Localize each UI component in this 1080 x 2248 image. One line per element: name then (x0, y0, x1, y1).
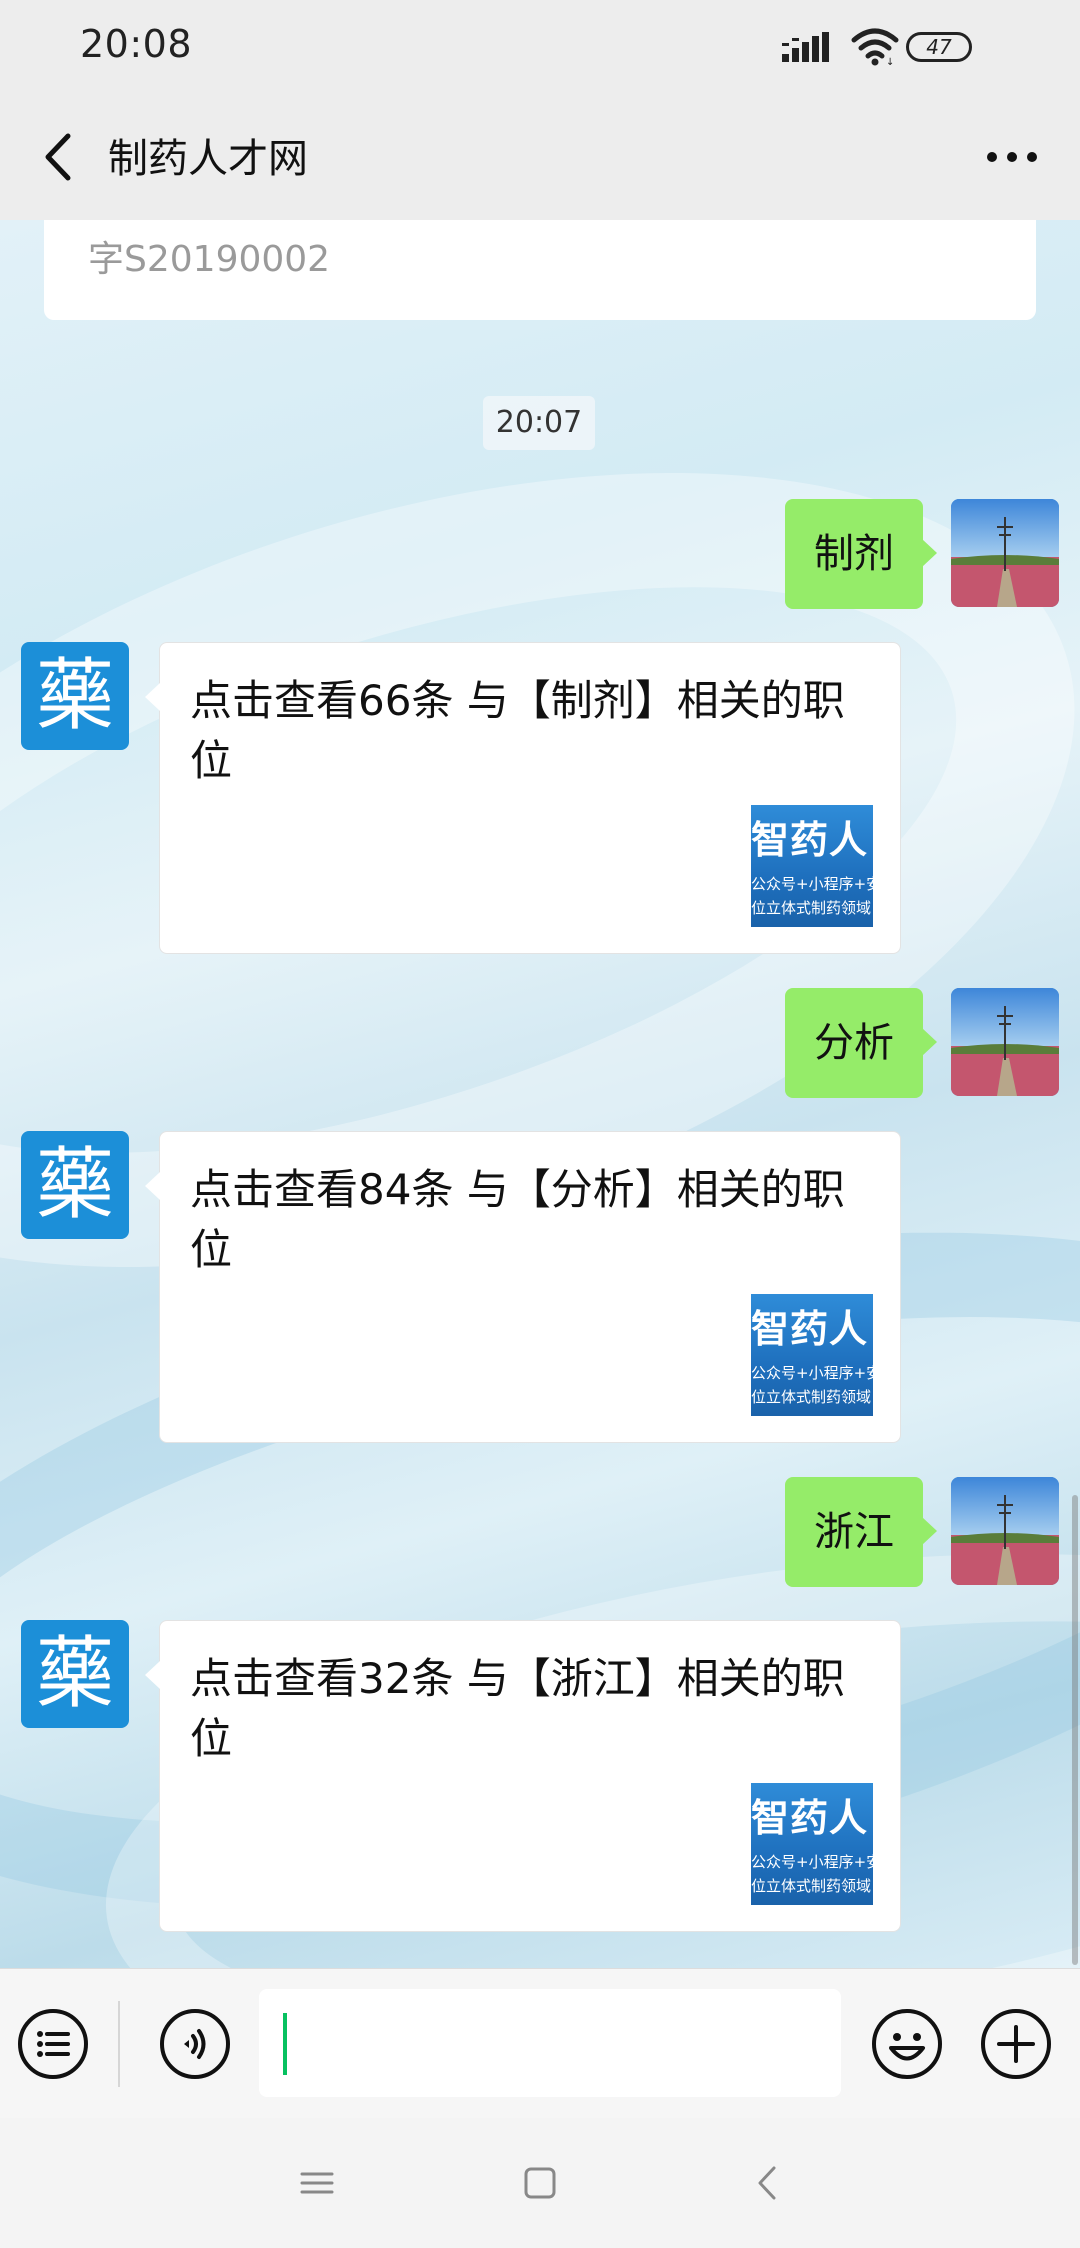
home-icon[interactable] (505, 2148, 575, 2218)
thumbnail-line: 位立体式制药领域 (751, 899, 872, 917)
bot-avatar[interactable]: 藥 (21, 1131, 129, 1239)
wechat-chat-screen: 20:08 ↓ 47 制药人才网 字S20190002 20:07 制剂 藥 点… (0, 0, 1080, 2248)
user-avatar[interactable] (951, 988, 1059, 1096)
menu-list-icon[interactable] (16, 2007, 90, 2081)
plus-icon[interactable] (979, 2007, 1053, 2081)
chat-title: 制药人才网 (108, 136, 308, 182)
back-icon[interactable] (732, 2148, 802, 2218)
more-dots-icon[interactable] (968, 120, 1056, 194)
card-thumbnail: 智药人 公众号+小程序+安 位立体式制药领域 (751, 1294, 873, 1416)
thumbnail-title: 智药人 (751, 1307, 869, 1351)
card-text: 点击查看84条 与【分析】相关的职位 (190, 1165, 845, 1274)
message-input[interactable] (259, 1989, 841, 2097)
bot-avatar[interactable]: 藥 (21, 642, 129, 750)
thumbnail-title: 智药人 (751, 818, 869, 862)
signal-icon (782, 32, 829, 62)
text-caret (283, 2013, 287, 2075)
sent-message-bubble[interactable]: 浙江 (785, 1477, 937, 1587)
chevron-left-icon[interactable] (24, 120, 98, 194)
job-link-card[interactable]: 点击查看32条 与【浙江】相关的职位 智药人 公众号+小程序+安 位立体式制药领… (145, 1620, 901, 1932)
scrollbar-thumb[interactable] (1072, 1495, 1078, 1965)
battery-level: 47 (926, 35, 952, 59)
bot-avatar[interactable]: 藥 (21, 1620, 129, 1728)
battery-icon: 47 (906, 32, 972, 62)
landscape-photo-icon (951, 988, 1059, 1096)
job-link-card[interactable]: 点击查看84条 与【分析】相关的职位 智药人 公众号+小程序+安 位立体式制药领… (145, 1131, 901, 1443)
system-nav-bar (0, 2118, 1080, 2248)
card-text: 点击查看32条 与【浙江】相关的职位 (190, 1654, 845, 1763)
emoji-icon[interactable] (870, 2007, 944, 2081)
input-bar (0, 1968, 1080, 2118)
chat-header: 制药人才网 (0, 96, 1080, 220)
user-avatar[interactable] (951, 499, 1059, 607)
landscape-photo-icon (951, 499, 1059, 607)
thumbnail-title: 智药人 (751, 1796, 869, 1840)
thumbnail-line: 位立体式制药领域 (751, 1877, 872, 1895)
input-divider (118, 2001, 120, 2087)
status-time: 20:08 (80, 22, 193, 66)
voice-icon[interactable] (158, 2007, 232, 2081)
sent-message-bubble[interactable]: 制剂 (785, 499, 937, 609)
thumbnail-line: 公众号+小程序+安 (751, 1364, 873, 1382)
thumbnail-line: 公众号+小程序+安 (751, 1853, 873, 1871)
recents-icon[interactable] (282, 2148, 352, 2218)
sent-message-bubble[interactable]: 分析 (785, 988, 937, 1098)
previous-message-card[interactable]: 字S20190002 (44, 220, 1036, 320)
card-text: 点击查看66条 与【制剂】相关的职位 (190, 676, 845, 785)
thumbnail-line: 公众号+小程序+安 (751, 875, 873, 893)
wifi-icon: ↓ (851, 28, 899, 66)
message-timestamp: 20:07 (483, 396, 595, 450)
user-avatar[interactable] (951, 1477, 1059, 1585)
card-thumbnail: 智药人 公众号+小程序+安 位立体式制药领域 (751, 805, 873, 927)
svg-text:↓: ↓ (886, 57, 894, 66)
card-thumbnail: 智药人 公众号+小程序+安 位立体式制药领域 (751, 1783, 873, 1905)
thumbnail-line: 位立体式制药领域 (751, 1388, 872, 1406)
message-list[interactable]: 字S20190002 20:07 制剂 藥 点击查看66条 与【制剂】相关的职位… (0, 220, 1080, 1968)
previous-card-text: 字S20190002 (88, 239, 331, 280)
landscape-photo-icon (951, 1477, 1059, 1585)
job-link-card[interactable]: 点击查看66条 与【制剂】相关的职位 智药人 公众号+小程序+安 位立体式制药领… (145, 642, 901, 954)
status-bar: 20:08 ↓ 47 (0, 0, 1080, 96)
